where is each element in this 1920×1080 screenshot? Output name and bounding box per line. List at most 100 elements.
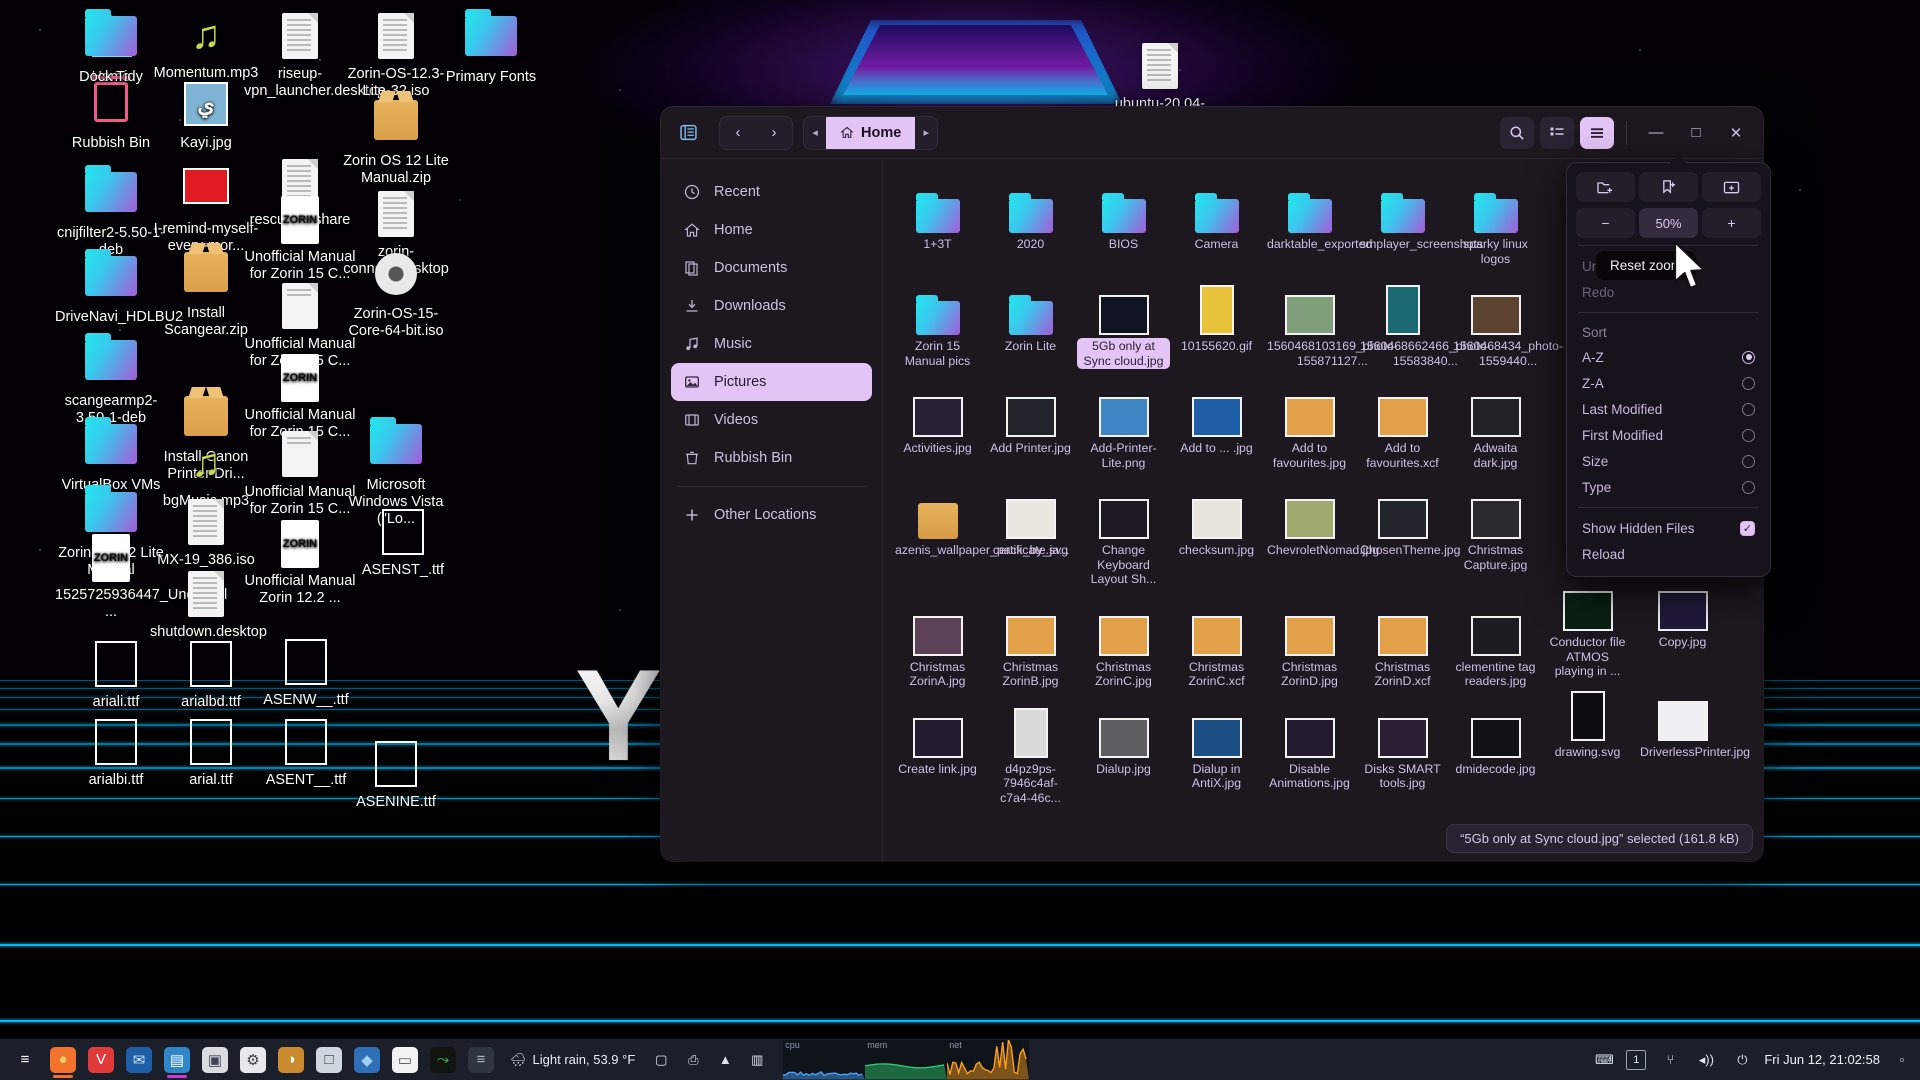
- file-item[interactable]: Change Keyboard Layout Sh...: [1077, 477, 1170, 588]
- file-item[interactable]: ChosenTheme.jpg: [1356, 477, 1449, 588]
- file-item[interactable]: Activities.jpg: [891, 375, 984, 471]
- file-item[interactable]: Create link.jpg: [891, 696, 984, 807]
- file-manager-window[interactable]: ‹ › ◂ Home ▸: [661, 107, 1763, 861]
- system-monitor-icon[interactable]: ⤳: [424, 1041, 462, 1079]
- file-item[interactable]: Christmas ZorinD.jpg: [1263, 594, 1356, 690]
- sidebar-item-music[interactable]: Music: [671, 325, 872, 363]
- search-icon[interactable]: [1500, 117, 1534, 149]
- clipboard-icon[interactable]: ▣: [196, 1041, 234, 1079]
- volume-icon[interactable]: ◂)): [1694, 1048, 1718, 1072]
- sidebar-item-videos[interactable]: Videos: [671, 401, 872, 439]
- sort-option-z-a[interactable]: Z-A: [1576, 370, 1761, 396]
- maximize-button[interactable]: □: [1679, 118, 1713, 148]
- file-item[interactable]: Conductor file ATMOS playing in ...: [1541, 569, 1634, 680]
- firefox-icon[interactable]: ●: [44, 1041, 82, 1079]
- menu-item-redo[interactable]: Redo: [1576, 279, 1761, 305]
- file-item[interactable]: Add to ... .jpg: [1170, 375, 1263, 471]
- minimize-button[interactable]: —: [1639, 118, 1673, 148]
- file-item[interactable]: drawing.svg: [1541, 679, 1634, 761]
- file-item[interactable]: Christmas ZorinA.jpg: [891, 594, 984, 690]
- sort-option-radio[interactable]: [1742, 377, 1755, 390]
- sort-option-size[interactable]: Size: [1576, 448, 1761, 474]
- file-item[interactable]: Adwaita dark.jpg: [1449, 375, 1542, 471]
- file-item[interactable]: Camera: [1170, 171, 1263, 267]
- file-item[interactable]: 2020: [984, 171, 1077, 267]
- file-item[interactable]: 5Gb only at Sync cloud.jpg: [1077, 273, 1170, 369]
- show-hidden-checkbox[interactable]: ✓: [1740, 521, 1755, 536]
- sort-option-radio[interactable]: [1742, 403, 1755, 416]
- power-icon[interactable]: ⏻: [1730, 1048, 1754, 1072]
- sort-option-last-modified[interactable]: Last Modified: [1576, 396, 1761, 422]
- file-item[interactable]: Disks SMART tools.jpg: [1356, 696, 1449, 807]
- monitor-graph-icon[interactable]: ▥: [745, 1048, 769, 1072]
- desktop-icon[interactable]: Zorin-OS-15-Core-64-bit.iso: [340, 250, 452, 340]
- file-item[interactable]: BIOS: [1077, 171, 1170, 267]
- file-item[interactable]: Copy.jpg: [1636, 569, 1729, 651]
- sort-option-radio[interactable]: [1742, 351, 1755, 364]
- zoom-out-button[interactable]: −: [1576, 208, 1635, 238]
- file-item[interactable]: dmidecode.jpg: [1449, 696, 1542, 807]
- close-button[interactable]: ✕: [1719, 118, 1753, 148]
- add-bookmark-icon[interactable]: [1639, 172, 1698, 202]
- sort-option-a-z[interactable]: A-Z: [1576, 344, 1761, 370]
- gimp-icon[interactable]: ◑: [272, 1041, 310, 1079]
- file-item[interactable]: d4pz9ps-7946c4af-c7a4-46c...: [984, 696, 1077, 807]
- sidebar-item-documents[interactable]: Documents: [671, 249, 872, 287]
- zoom-level-button[interactable]: 50%: [1639, 208, 1698, 238]
- breadcrumb-next-icon[interactable]: ▸: [915, 116, 937, 150]
- desktop[interactable]: Y0 HomeRubbish Bincnijfilter2-5.50-1-deb…: [0, 0, 1920, 1080]
- keyboard-layout-icon[interactable]: ⌨: [1592, 1048, 1616, 1072]
- file-item[interactable]: Add to favourites.jpg: [1263, 375, 1356, 471]
- sidebar-item-downloads[interactable]: Downloads: [671, 287, 872, 325]
- file-item[interactable]: Christmas ZorinC.xcf: [1170, 594, 1263, 690]
- file-item[interactable]: darktable_exported: [1263, 171, 1356, 267]
- taskbar[interactable]: ≡●V✉▤▣⚙◑□◆▭⤳≡ 🌧 Light rain, 53.9 °F ▢⎙▲▥…: [0, 1038, 1920, 1080]
- file-item[interactable]: ChevroletNomad.jpg: [1263, 477, 1356, 588]
- desktop-icon[interactable]: ASENW__.ttf: [250, 638, 362, 709]
- back-button[interactable]: ‹: [720, 117, 756, 149]
- equalizer-icon[interactable]: ≡: [462, 1041, 500, 1079]
- file-item[interactable]: smplayer_screenshots: [1356, 171, 1449, 267]
- file-item[interactable]: certificate.svg: [984, 477, 1077, 588]
- file-item[interactable]: Zorin 15 Manual pics: [891, 273, 984, 369]
- new-folder-icon[interactable]: [1576, 172, 1635, 202]
- file-item[interactable]: Add-Printer-Lite.png: [1077, 375, 1170, 471]
- thunderbird-icon[interactable]: ✉: [120, 1041, 158, 1079]
- graph-cpu[interactable]: cpu: [783, 1040, 865, 1080]
- forward-button[interactable]: ›: [756, 117, 792, 149]
- virtualbox-icon[interactable]: ◆: [348, 1041, 386, 1079]
- file-item[interactable]: sparky linux logos: [1449, 171, 1542, 267]
- desktop-icon[interactable]: Dock Tidy: [55, 12, 167, 86]
- breadcrumb-prev-icon[interactable]: ◂: [804, 116, 826, 150]
- filemanager-icon[interactable]: ▤: [158, 1041, 196, 1079]
- network-icon[interactable]: ⑂: [1658, 1048, 1682, 1072]
- file-item[interactable]: Christmas Capture.jpg: [1449, 477, 1542, 588]
- weather-widget[interactable]: 🌧 Light rain, 53.9 °F: [510, 1052, 635, 1068]
- sort-option-radio[interactable]: [1742, 455, 1755, 468]
- file-item[interactable]: Christmas ZorinD.xcf: [1356, 594, 1449, 690]
- wolf-icon[interactable]: ▲: [713, 1048, 737, 1072]
- desktop-icon[interactable]: ASENINE.ttf: [340, 740, 452, 811]
- file-item[interactable]: Zorin Lite: [984, 273, 1077, 369]
- file-item[interactable]: 1560468434_photo-1559440...: [1449, 273, 1542, 369]
- sidebar-item-pictures[interactable]: Pictures: [671, 363, 872, 401]
- file-item[interactable]: 1560468662466_photo-15583840...: [1356, 273, 1449, 369]
- zorin-menu-icon[interactable]: ≡: [6, 1041, 44, 1079]
- file-item[interactable]: Add Printer.jpg: [984, 375, 1077, 471]
- file-item[interactable]: Christmas ZorinB.jpg: [984, 594, 1077, 690]
- sort-option-radio[interactable]: [1742, 481, 1755, 494]
- desktop-icon[interactable]: Primary Fonts: [435, 12, 547, 86]
- new-window-icon[interactable]: [1702, 172, 1761, 202]
- sort-option-radio[interactable]: [1742, 429, 1755, 442]
- graph-mem[interactable]: mem: [865, 1040, 947, 1080]
- file-item[interactable]: checksum.jpg: [1170, 477, 1263, 588]
- list-view-icon[interactable]: [1540, 117, 1574, 149]
- printer-icon[interactable]: ⎙: [681, 1048, 705, 1072]
- desktop-icon[interactable]: Zorin OS 12 Lite Manual.zip: [340, 96, 452, 187]
- sidebar-item-rubbish-bin[interactable]: Rubbish Bin: [671, 439, 872, 477]
- file-item[interactable]: Disable Animations.jpg: [1263, 696, 1356, 807]
- file-item[interactable]: 1560468103169_photo-155871127...: [1263, 273, 1356, 369]
- sort-option-type[interactable]: Type: [1576, 474, 1761, 500]
- clock[interactable]: Fri Jun 12, 21:02:58: [1764, 1052, 1880, 1067]
- file-item[interactable]: Dialup in AntiX.jpg: [1170, 696, 1263, 807]
